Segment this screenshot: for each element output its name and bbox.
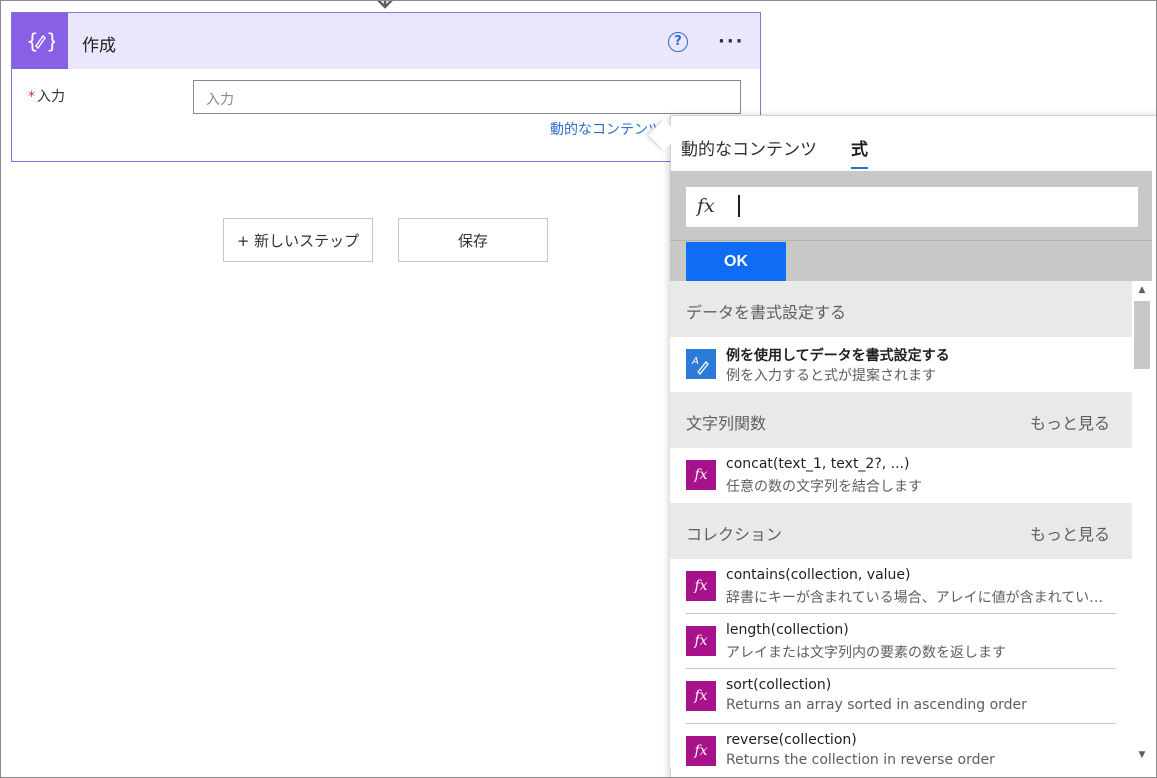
card-title[interactable]: 作成: [82, 31, 116, 56]
required-marker: *: [28, 89, 35, 105]
fx-icon: fx: [686, 571, 716, 601]
item-name: concat(text_1, text_2?, ...): [726, 456, 910, 472]
fx-icon: fx: [686, 460, 716, 490]
section-title: コレクション: [686, 525, 783, 544]
tab-expression[interactable]: 式: [851, 135, 868, 160]
input-field-label: * 入力: [28, 86, 65, 106]
format-by-example-icon: A: [686, 349, 716, 379]
ok-button[interactable]: OK: [686, 242, 786, 281]
scroll-up-icon[interactable]: ▲: [1136, 285, 1148, 297]
section-header: コレクション もっと見る: [670, 503, 1132, 559]
section-title: データを書式設定する: [686, 303, 847, 322]
tab-dynamic-content[interactable]: 動的なコンテンツ: [681, 135, 817, 160]
text-caret: [738, 195, 740, 217]
compose-action-card: { } 作成 ? ··· *入力 入力 動的なコンテンツ: [11, 12, 761, 162]
fx-icon: fx: [686, 736, 716, 766]
list-item[interactable]: A 例を使用してデータを書式設定する 例を入力すると式が提案されます: [670, 337, 1132, 392]
item-description: Returns an array sorted in ascending ord…: [726, 697, 1027, 713]
svg-text:{: {: [26, 29, 39, 53]
svg-text:A: A: [691, 356, 699, 367]
card-header[interactable]: { } 作成 ? ···: [12, 13, 760, 69]
section-header: データを書式設定する: [670, 281, 1132, 337]
fx-icon: fx: [686, 681, 716, 711]
list-item[interactable]: fx length(collection) アレイまたは文字列内の要素の数を返し…: [670, 614, 1132, 669]
active-tab-indicator: [851, 167, 868, 169]
fx-icon: fx: [697, 195, 715, 217]
item-name: length(collection): [726, 622, 849, 638]
fx-icon: fx: [686, 626, 716, 656]
item-description: 辞書にキーが含まれている場合、アレイに値が含まれている場合、文字列に部分文字列が…: [726, 590, 1116, 606]
more-options-icon[interactable]: ···: [718, 31, 745, 52]
save-button[interactable]: 保存: [398, 218, 548, 262]
item-description: Returns the collection in reverse order: [726, 752, 995, 768]
input-field[interactable]: 入力: [193, 80, 741, 114]
list-item[interactable]: fx sort(collection) Returns an array sor…: [670, 669, 1132, 724]
help-icon[interactable]: ?: [668, 32, 688, 52]
divider: [670, 240, 1152, 241]
see-more-link[interactable]: もっと見る: [1030, 521, 1110, 545]
item-description: アレイまたは文字列内の要素の数を返します: [726, 645, 1006, 661]
connector-arrow-icon: [377, 0, 393, 9]
function-list: データを書式設定する A 例を使用してデータを書式設定する 例を入力すると式が提…: [670, 281, 1132, 768]
input-label-text: 入力: [37, 89, 65, 105]
item-name: contains(collection, value): [726, 567, 911, 583]
expression-input[interactable]: [686, 187, 1138, 227]
list-item[interactable]: fx reverse(collection) Returns the colle…: [670, 724, 1132, 768]
list-item[interactable]: fx concat(text_1, text_2?, ...) 任意の数の文字列…: [670, 448, 1132, 503]
see-more-link[interactable]: もっと見る: [1030, 410, 1110, 434]
svg-text:}: }: [46, 29, 55, 53]
new-step-button[interactable]: + 新しいステップ: [223, 218, 373, 262]
list-scrollbar[interactable]: ▲ ▼: [1132, 281, 1152, 768]
item-name: 例を使用してデータを書式設定する: [726, 348, 950, 364]
item-description: 任意の数の文字列を結合します: [726, 479, 922, 495]
section-title: 文字列関数: [686, 414, 767, 433]
scrollbar-thumb[interactable]: [1134, 301, 1150, 369]
compose-icon: { }: [12, 13, 68, 69]
item-name: reverse(collection): [726, 732, 857, 748]
item-name: sort(collection): [726, 677, 832, 693]
list-item[interactable]: fx contains(collection, value) 辞書にキーが含まれ…: [670, 559, 1132, 614]
section-header: 文字列関数 もっと見る: [670, 392, 1132, 448]
scroll-down-icon[interactable]: ▼: [1136, 750, 1148, 762]
item-description: 例を入力すると式が提案されます: [726, 368, 936, 384]
